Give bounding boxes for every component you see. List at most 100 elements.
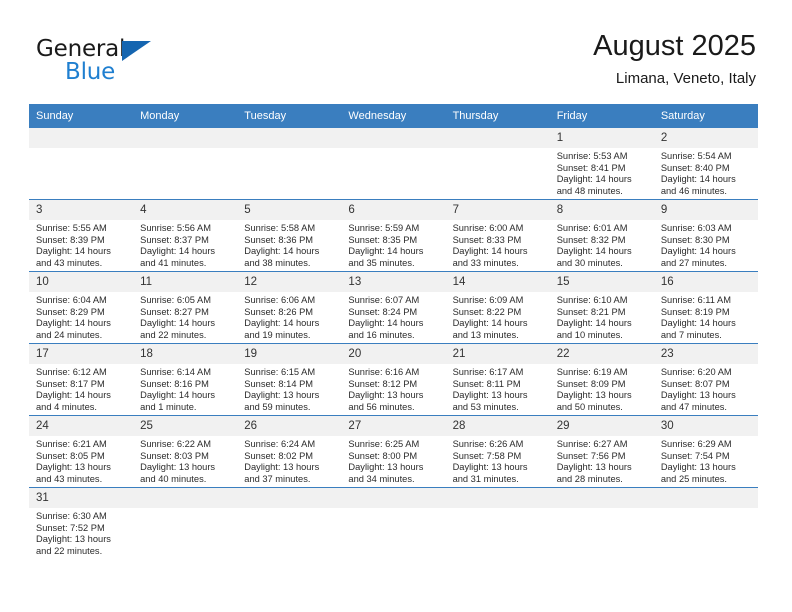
sunrise-text: Sunrise: 6:24 AM	[244, 439, 316, 449]
day-details: Sunrise: 5:56 AM Sunset: 8:37 PM Dayligh…	[133, 220, 237, 269]
day-number	[237, 128, 342, 148]
calendar-day-cell[interactable]: 17 Sunrise: 6:12 AM Sunset: 8:17 PM Dayl…	[29, 343, 134, 416]
day-details: Sunrise: 5:55 AM Sunset: 8:39 PM Dayligh…	[29, 220, 133, 269]
calendar-header-row: Sunday Monday Tuesday Wednesday Thursday…	[29, 104, 758, 128]
daylight-text-line2: and 48 minutes.	[556, 185, 623, 196]
calendar-day-cell[interactable]: 21 Sunrise: 6:17 AM Sunset: 8:11 PM Dayl…	[445, 343, 550, 416]
calendar-day-cell[interactable]: 25 Sunrise: 6:22 AM Sunset: 8:03 PM Dayl…	[133, 415, 238, 488]
day-details: Sunrise: 5:54 AM Sunset: 8:40 PM Dayligh…	[654, 148, 758, 197]
calendar-day-cell[interactable]: 4 Sunrise: 5:56 AM Sunset: 8:37 PM Dayli…	[133, 199, 238, 272]
daylight-text-line2: and 1 minute.	[140, 401, 197, 412]
calendar-day-cell[interactable]: 23 Sunrise: 6:20 AM Sunset: 8:07 PM Dayl…	[653, 343, 758, 416]
calendar-day-cell[interactable]: 18 Sunrise: 6:14 AM Sunset: 8:16 PM Dayl…	[133, 343, 238, 416]
sunset-text: Sunset: 8:17 PM	[36, 378, 105, 389]
sunset-text: Sunset: 7:52 PM	[36, 522, 105, 533]
daylight-text-line1: Daylight: 13 hours	[348, 462, 424, 473]
calendar-week-row: 1 Sunrise: 5:53 AM Sunset: 8:41 PM Dayli…	[29, 127, 758, 200]
daylight-text-line1: Daylight: 13 hours	[452, 390, 528, 401]
daylight-text-line2: and 40 minutes.	[140, 473, 207, 484]
calendar-day-cell[interactable]: 12 Sunrise: 6:06 AM Sunset: 8:26 PM Dayl…	[237, 271, 342, 344]
calendar-page: General Blue August 2025 Limana, Veneto,…	[0, 0, 792, 612]
daylight-text-line1: Daylight: 14 hours	[244, 246, 320, 257]
calendar-day-cell[interactable]: 20 Sunrise: 6:16 AM Sunset: 8:12 PM Dayl…	[341, 343, 446, 416]
calendar-day-cell[interactable]: 27 Sunrise: 6:25 AM Sunset: 8:00 PM Dayl…	[341, 415, 446, 488]
general-blue-logo[interactable]: General Blue	[36, 36, 176, 88]
sunrise-text: Sunrise: 6:15 AM	[244, 367, 316, 377]
day-number: 1	[549, 128, 654, 148]
daylight-text-line1: Daylight: 14 hours	[36, 390, 111, 401]
daylight-text-line1: Daylight: 14 hours	[348, 246, 424, 257]
day-details: Sunrise: 6:14 AM Sunset: 8:16 PM Dayligh…	[133, 364, 237, 413]
daylight-text-line1: Daylight: 14 hours	[660, 318, 736, 329]
day-number: 6	[341, 200, 446, 220]
calendar-day-cell[interactable]: 5 Sunrise: 5:58 AM Sunset: 8:36 PM Dayli…	[237, 199, 342, 272]
sunrise-text: Sunrise: 5:54 AM	[660, 151, 732, 161]
daylight-text-line1: Daylight: 13 hours	[244, 390, 320, 401]
day-details: Sunrise: 6:22 AM Sunset: 8:03 PM Dayligh…	[133, 436, 237, 485]
sunrise-text: Sunrise: 6:21 AM	[36, 439, 107, 449]
calendar-day-cell	[133, 127, 238, 200]
day-details: Sunrise: 6:01 AM Sunset: 8:32 PM Dayligh…	[550, 220, 654, 269]
calendar-day-cell[interactable]: 29 Sunrise: 6:27 AM Sunset: 7:56 PM Dayl…	[549, 415, 654, 488]
sunset-text: Sunset: 8:11 PM	[452, 378, 521, 389]
calendar-day-cell[interactable]: 1 Sunrise: 5:53 AM Sunset: 8:41 PM Dayli…	[549, 127, 654, 200]
daylight-text-line1: Daylight: 14 hours	[452, 318, 528, 329]
calendar-day-cell	[341, 487, 446, 561]
calendar-day-cell[interactable]: 30 Sunrise: 6:29 AM Sunset: 7:54 PM Dayl…	[653, 415, 758, 488]
daylight-text-line2: and 56 minutes.	[348, 401, 415, 412]
sunset-text: Sunset: 8:29 PM	[36, 306, 105, 317]
sunrise-text: Sunrise: 6:12 AM	[36, 367, 107, 377]
calendar-day-cell[interactable]: 3 Sunrise: 5:55 AM Sunset: 8:39 PM Dayli…	[29, 199, 134, 272]
daylight-text-line1: Daylight: 13 hours	[244, 462, 320, 473]
calendar-day-cell[interactable]: 11 Sunrise: 6:05 AM Sunset: 8:27 PM Dayl…	[133, 271, 238, 344]
day-details: Sunrise: 6:26 AM Sunset: 7:58 PM Dayligh…	[446, 436, 550, 485]
sunrise-text: Sunrise: 6:26 AM	[452, 439, 524, 449]
sunset-text: Sunset: 8:21 PM	[556, 306, 626, 317]
calendar-day-cell	[237, 127, 342, 200]
calendar-body: 1 Sunrise: 5:53 AM Sunset: 8:41 PM Dayli…	[29, 127, 758, 561]
calendar-day-cell[interactable]: 15 Sunrise: 6:10 AM Sunset: 8:21 PM Dayl…	[549, 271, 654, 344]
day-number	[237, 488, 342, 508]
sunset-text: Sunset: 8:19 PM	[660, 306, 730, 317]
daylight-text-line2: and 13 minutes.	[452, 329, 519, 340]
calendar-week-row: 10 Sunrise: 6:04 AM Sunset: 8:29 PM Dayl…	[29, 271, 758, 344]
calendar-day-cell[interactable]: 7 Sunrise: 6:00 AM Sunset: 8:33 PM Dayli…	[445, 199, 550, 272]
calendar-day-cell[interactable]: 31 Sunrise: 6:30 AM Sunset: 7:52 PM Dayl…	[29, 487, 134, 561]
daylight-text-line1: Daylight: 14 hours	[244, 318, 320, 329]
calendar-day-cell[interactable]: 9 Sunrise: 6:03 AM Sunset: 8:30 PM Dayli…	[653, 199, 758, 272]
day-number	[445, 488, 550, 508]
daylight-text-line1: Daylight: 14 hours	[140, 318, 216, 329]
calendar-day-cell[interactable]: 2 Sunrise: 5:54 AM Sunset: 8:40 PM Dayli…	[653, 127, 758, 200]
sunrise-text: Sunrise: 6:03 AM	[660, 223, 732, 233]
calendar-day-cell[interactable]: 16 Sunrise: 6:11 AM Sunset: 8:19 PM Dayl…	[653, 271, 758, 344]
day-number: 3	[29, 200, 134, 220]
calendar-day-cell	[445, 487, 550, 561]
calendar-day-cell[interactable]: 19 Sunrise: 6:15 AM Sunset: 8:14 PM Dayl…	[237, 343, 342, 416]
sunset-text: Sunset: 8:36 PM	[244, 234, 314, 245]
sunrise-text: Sunrise: 6:30 AM	[36, 511, 107, 521]
daylight-text-line2: and 16 minutes.	[348, 329, 415, 340]
daylight-text-line1: Daylight: 13 hours	[36, 534, 111, 545]
calendar-day-cell[interactable]: 26 Sunrise: 6:24 AM Sunset: 8:02 PM Dayl…	[237, 415, 342, 488]
sunset-text: Sunset: 8:37 PM	[140, 234, 209, 245]
calendar-day-cell	[133, 487, 238, 561]
sunrise-text: Sunrise: 6:10 AM	[556, 295, 628, 305]
weekday-header-monday: Monday	[133, 104, 238, 128]
calendar-day-cell[interactable]: 10 Sunrise: 6:04 AM Sunset: 8:29 PM Dayl…	[29, 271, 134, 344]
calendar-day-cell[interactable]: 22 Sunrise: 6:19 AM Sunset: 8:09 PM Dayl…	[549, 343, 654, 416]
calendar-day-cell[interactable]: 14 Sunrise: 6:09 AM Sunset: 8:22 PM Dayl…	[445, 271, 550, 344]
page-subtitle: Limana, Veneto, Italy	[615, 70, 756, 87]
calendar-day-cell[interactable]: 24 Sunrise: 6:21 AM Sunset: 8:05 PM Dayl…	[29, 415, 134, 488]
day-number: 26	[237, 416, 342, 436]
calendar-day-cell[interactable]: 13 Sunrise: 6:07 AM Sunset: 8:24 PM Dayl…	[341, 271, 446, 344]
day-number: 21	[445, 344, 550, 364]
calendar-day-cell[interactable]: 28 Sunrise: 6:26 AM Sunset: 7:58 PM Dayl…	[445, 415, 550, 488]
day-number: 17	[29, 344, 134, 364]
day-details: Sunrise: 6:00 AM Sunset: 8:33 PM Dayligh…	[446, 220, 550, 269]
daylight-text-line2: and 30 minutes.	[556, 257, 623, 268]
calendar-day-cell[interactable]: 6 Sunrise: 5:59 AM Sunset: 8:35 PM Dayli…	[341, 199, 446, 272]
day-details: Sunrise: 6:12 AM Sunset: 8:17 PM Dayligh…	[29, 364, 133, 413]
sunset-text: Sunset: 8:05 PM	[36, 450, 105, 461]
daylight-text-line1: Daylight: 14 hours	[140, 390, 216, 401]
calendar-day-cell[interactable]: 8 Sunrise: 6:01 AM Sunset: 8:32 PM Dayli…	[549, 199, 654, 272]
